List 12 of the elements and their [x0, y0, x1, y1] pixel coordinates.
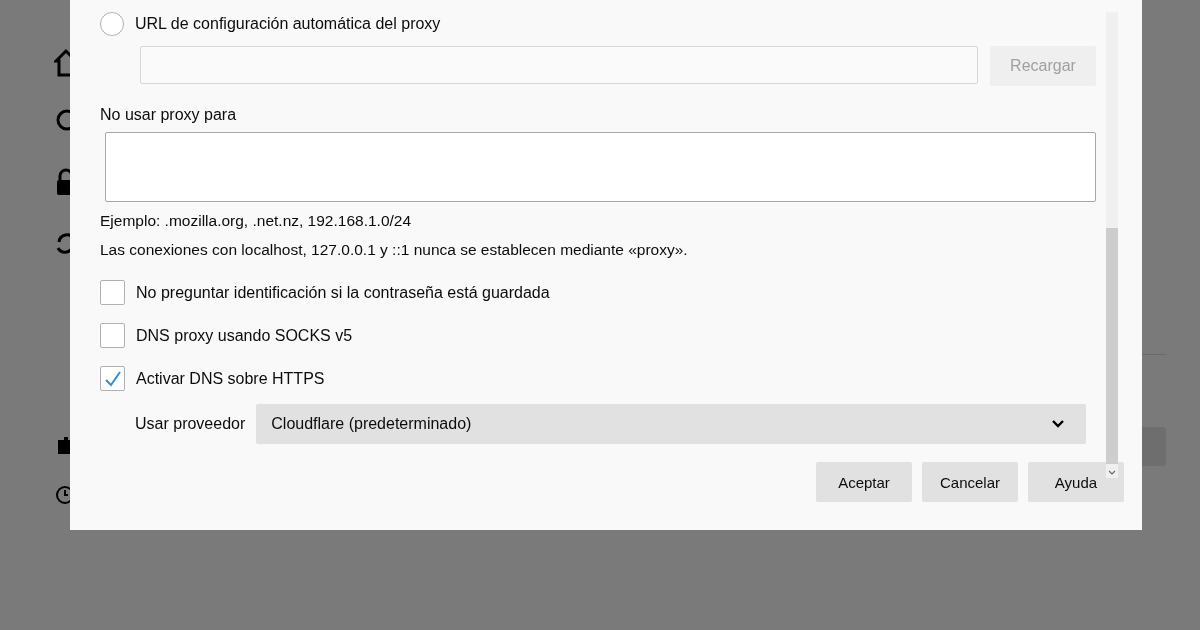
field-label: No usar proxy para: [100, 106, 238, 124]
dialog-button[interactable]: Cancelar: [922, 462, 1018, 502]
checkbox-label: DNS proxy usando SOCKS v5: [136, 326, 353, 345]
radio-label: URL de configuración automática del proxy: [135, 15, 441, 33]
dialog-button[interactable]: Ayuda: [1028, 462, 1124, 502]
checkbox-label: Activar DNS sobre HTTPS: [136, 369, 325, 388]
dialog-button[interactable]: Aceptar: [816, 462, 912, 502]
provider-label: Usar proveedor: [135, 415, 246, 433]
checkbox-label: No preguntar identificación si la contraseña está guardada: [136, 283, 550, 302]
hint-text: Ejemplo: .mozilla.org, .net.nz, 192.168.1.0/24: [100, 212, 413, 230]
provider-dropdown[interactable]: Cloudflare (predeterminado): [256, 404, 1087, 444]
hint-text: Las conexiones con localhost, 127.0.0.1 y ::1 nunca se establecen mediante «proxy».: [100, 241, 689, 259]
